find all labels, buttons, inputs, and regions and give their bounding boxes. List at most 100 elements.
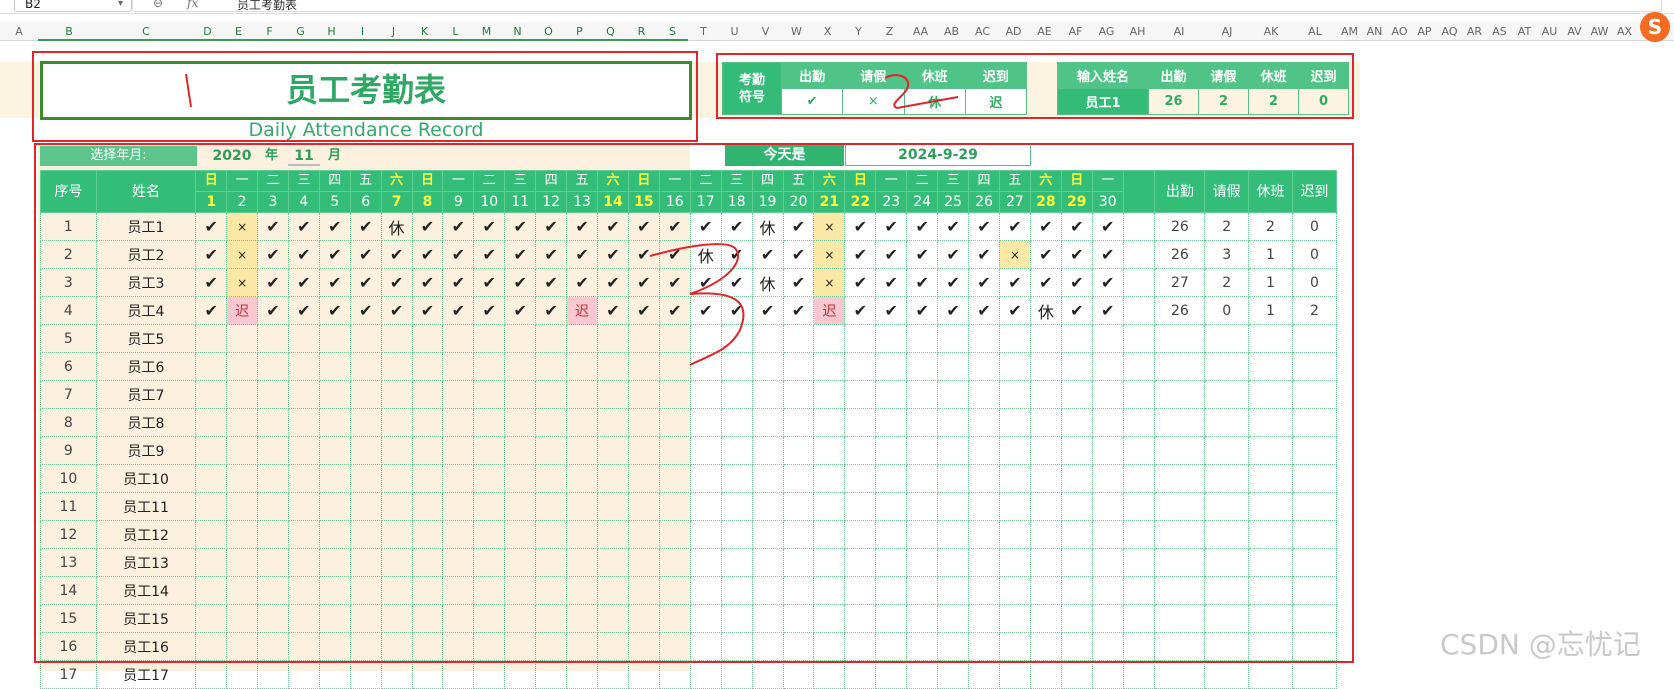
column-header-aw[interactable]: AW: [1587, 22, 1612, 41]
summary-cell: [1248, 660, 1293, 689]
column-header-ae[interactable]: AE: [1029, 22, 1060, 41]
zoom-icon[interactable]: ⊖: [153, 0, 163, 10]
attendance-cell[interactable]: [566, 660, 598, 689]
attendance-cell[interactable]: [844, 660, 877, 689]
column-header-u[interactable]: U: [719, 22, 750, 41]
column-header-h[interactable]: H: [316, 22, 347, 41]
attendance-cell[interactable]: [318, 660, 351, 689]
column-header-r[interactable]: R: [626, 22, 657, 41]
column-header-y[interactable]: Y: [843, 22, 874, 41]
attendance-cell[interactable]: [442, 660, 475, 689]
column-header-f[interactable]: F: [254, 22, 285, 41]
column-header-l[interactable]: L: [440, 22, 471, 41]
annotation-box-grid: [34, 143, 1354, 663]
column-header-v[interactable]: V: [750, 22, 781, 41]
column-header-g[interactable]: G: [285, 22, 316, 41]
attendance-cell[interactable]: [411, 660, 444, 689]
column-header-x[interactable]: X: [812, 22, 843, 41]
column-header-af[interactable]: AF: [1060, 22, 1091, 41]
annotation-box-title: [32, 51, 698, 142]
chevron-down-icon[interactable]: ▾: [118, 0, 123, 13]
attendance-cell[interactable]: [1060, 660, 1093, 689]
watermark: CSDN @忘忧记: [1440, 628, 1641, 661]
column-header-j[interactable]: J: [378, 22, 409, 41]
attendance-cell[interactable]: [596, 660, 629, 689]
attendance-cell[interactable]: [1091, 660, 1124, 689]
column-header-ao[interactable]: AO: [1387, 22, 1412, 41]
attendance-cell[interactable]: [287, 660, 320, 689]
attendance-cell[interactable]: [535, 660, 568, 689]
column-header-c[interactable]: C: [100, 22, 192, 41]
attendance-cell[interactable]: [226, 660, 259, 689]
column-header-q[interactable]: Q: [595, 22, 626, 41]
attendance-cell[interactable]: [720, 660, 753, 689]
table-row: 17 员工17: [40, 660, 1338, 689]
column-header-a[interactable]: A: [0, 22, 38, 41]
column-header-ac[interactable]: AC: [967, 22, 998, 41]
column-header-ap[interactable]: AP: [1412, 22, 1437, 41]
formula-value[interactable]: 员工考勤表: [237, 0, 297, 13]
row-spacer: [1122, 660, 1156, 689]
summary-cell: [1154, 660, 1206, 689]
attendance-cell[interactable]: [349, 660, 382, 689]
attendance-cell[interactable]: [195, 660, 228, 689]
column-header-ab[interactable]: AB: [936, 22, 967, 41]
column-header-ax[interactable]: AX: [1612, 22, 1637, 41]
column-header-ai[interactable]: AI: [1153, 22, 1205, 41]
column-header-m[interactable]: M: [471, 22, 502, 41]
employee-name: 员工17: [95, 660, 197, 689]
column-header-an[interactable]: AN: [1362, 22, 1387, 41]
column-header-z[interactable]: Z: [874, 22, 905, 41]
fx-icon[interactable]: fx: [187, 0, 198, 10]
column-header-ak[interactable]: AK: [1249, 22, 1293, 41]
column-header-aa[interactable]: AA: [905, 22, 936, 41]
column-header-strip: A B C D E F G H I J K L M N O P Q R S T U V W X Y Z AA AB AC AD AE AF AG…: [0, 22, 1674, 41]
name-box[interactable]: B2 ▾: [14, 0, 132, 12]
name-box-value: B2: [25, 0, 41, 11]
attendance-cell[interactable]: [998, 660, 1031, 689]
attendance-cell[interactable]: [380, 660, 413, 689]
column-header-au[interactable]: AU: [1537, 22, 1562, 41]
column-header-e[interactable]: E: [223, 22, 254, 41]
column-header-ag[interactable]: AG: [1091, 22, 1122, 41]
column-header-d[interactable]: D: [192, 22, 223, 41]
column-header-i[interactable]: I: [347, 22, 378, 41]
attendance-cell[interactable]: [257, 660, 289, 689]
column-header-al[interactable]: AL: [1293, 22, 1337, 41]
attendance-cell[interactable]: [504, 660, 537, 689]
column-header-aq[interactable]: AQ: [1437, 22, 1462, 41]
column-header-am[interactable]: AM: [1337, 22, 1362, 41]
column-header-ar[interactable]: AR: [1462, 22, 1487, 41]
attendance-cell[interactable]: [906, 660, 939, 689]
column-header-s[interactable]: S: [657, 22, 688, 41]
column-header-o[interactable]: O: [533, 22, 564, 41]
column-header-as[interactable]: AS: [1487, 22, 1512, 41]
column-header-t[interactable]: T: [688, 22, 719, 41]
attendance-cell[interactable]: [627, 660, 660, 689]
attendance-cell[interactable]: [689, 660, 722, 689]
summary-cell: [1291, 660, 1338, 689]
column-header-ad[interactable]: AD: [998, 22, 1029, 41]
attendance-cell[interactable]: [751, 660, 784, 689]
column-header-ah[interactable]: AH: [1122, 22, 1153, 41]
column-header-w[interactable]: W: [781, 22, 812, 41]
attendance-cell[interactable]: [968, 660, 1000, 689]
attendance-cell[interactable]: [937, 660, 970, 689]
attendance-cell[interactable]: [473, 660, 506, 689]
attendance-cell[interactable]: [782, 660, 815, 689]
attendance-cell[interactable]: [813, 660, 846, 689]
column-header-aj[interactable]: AJ: [1205, 22, 1249, 41]
attendance-cell[interactable]: [875, 660, 908, 689]
column-header-k[interactable]: K: [409, 22, 440, 41]
column-header-av[interactable]: AV: [1562, 22, 1587, 41]
column-header-p[interactable]: P: [564, 22, 595, 41]
column-header-b[interactable]: B: [38, 22, 100, 41]
annotation-box-legend: [716, 53, 1354, 119]
attendance-cell[interactable]: [1029, 660, 1062, 689]
column-header-at[interactable]: AT: [1512, 22, 1537, 41]
attendance-cell[interactable]: [658, 660, 691, 689]
formula-input[interactable]: ⊖ fx 员工考勤表: [132, 0, 1662, 12]
row-number: 17: [40, 660, 97, 689]
ime-logo-icon[interactable]: S: [1640, 12, 1670, 42]
column-header-n[interactable]: N: [502, 22, 533, 41]
